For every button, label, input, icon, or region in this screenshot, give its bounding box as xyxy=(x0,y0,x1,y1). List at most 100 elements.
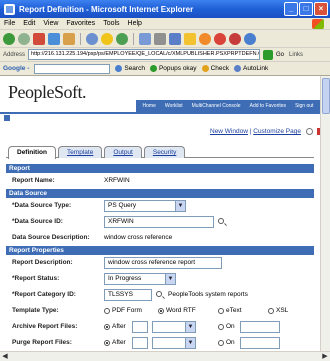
menu-view[interactable]: View xyxy=(43,20,58,27)
nav-home[interactable]: Home xyxy=(143,103,156,109)
popup-icon xyxy=(149,65,157,72)
edit-icon[interactable] xyxy=(169,32,181,45)
archive-after-input[interactable] xyxy=(132,321,148,333)
links-label[interactable]: Links xyxy=(289,52,303,58)
go-label[interactable]: Go xyxy=(276,52,284,58)
tab-output[interactable]: Output xyxy=(104,146,142,158)
report-category-description: PeopleTools system reports xyxy=(168,291,248,298)
scroll-right-icon[interactable]: ▶ xyxy=(321,353,329,361)
autolink-button[interactable]: AutoLink xyxy=(234,65,268,72)
template-type-label: Template Type: xyxy=(12,307,59,314)
scroll-left-icon[interactable]: ◀ xyxy=(1,353,9,361)
go-icon[interactable] xyxy=(263,49,274,60)
history-icon[interactable] xyxy=(116,32,128,45)
stop-icon[interactable] xyxy=(33,32,45,45)
maximize-button[interactable]: □ xyxy=(299,2,313,16)
search-icon[interactable] xyxy=(86,32,98,45)
template-word-rtf-label: Word RTF xyxy=(166,307,196,314)
mail-icon[interactable] xyxy=(139,32,151,45)
window-title-bar: Report Definition - Microsoft Internet E… xyxy=(0,0,330,18)
customize-page-link[interactable]: Customize Page xyxy=(253,128,301,135)
menu-bar: File Edit View Favorites Tools Help xyxy=(0,18,330,30)
template-word-rtf-option[interactable]: Word RTF xyxy=(158,307,196,314)
refresh-icon[interactable] xyxy=(48,32,60,45)
archive-period-select[interactable]: ▼ xyxy=(152,321,196,333)
row-data-source-description: Data Source Description: window cross re… xyxy=(6,230,314,246)
report-status-select[interactable]: In Progress ▼ xyxy=(104,273,176,285)
header-strip xyxy=(0,112,320,122)
report-category-input[interactable]: TLSSYS xyxy=(104,289,152,301)
menu-tools[interactable]: Tools xyxy=(103,20,119,27)
toolbar-extra2-icon[interactable] xyxy=(244,32,256,45)
archive-on-date-input[interactable] xyxy=(240,321,280,333)
template-xsl-label: XSL xyxy=(276,307,289,314)
minimize-button[interactable]: _ xyxy=(284,2,298,16)
address-input[interactable]: http://216.131.225.194/psp/ps/EMPLOYEE/Q… xyxy=(28,49,261,60)
popup-blocker-button[interactable]: Popups okay xyxy=(149,65,197,72)
nav-worklist[interactable]: Worklist xyxy=(165,103,183,109)
back-icon[interactable] xyxy=(3,32,15,45)
research-icon[interactable] xyxy=(214,32,226,45)
tab-definition[interactable]: Definition xyxy=(8,146,56,159)
tab-template[interactable]: Template xyxy=(57,146,103,158)
menu-edit[interactable]: Edit xyxy=(23,20,35,27)
check-icon xyxy=(201,65,209,72)
archive-on-option[interactable]: On xyxy=(218,323,235,330)
peoplesoft-nav: Home Worklist MultiChannel Console Add t… xyxy=(136,100,320,112)
nav-add-to-favorites[interactable]: Add to Favorites xyxy=(250,103,286,109)
nav-sign-out[interactable]: Sign out xyxy=(295,103,313,109)
window-title: Report Definition - Microsoft Internet E… xyxy=(19,4,194,14)
peoplesoft-header: PeopleSoft. Home Worklist MultiChannel C… xyxy=(0,76,320,112)
report-status-value: In Progress xyxy=(108,275,142,282)
browser-toolbar xyxy=(0,30,330,48)
purge-after-input[interactable] xyxy=(132,337,148,349)
tab-security[interactable]: Security xyxy=(143,146,186,158)
home-icon[interactable] xyxy=(63,32,75,45)
report-definition-form: Report Report Name: XRFWIN Data Source *… xyxy=(6,164,314,351)
data-source-type-select[interactable]: PS Query ▼ xyxy=(104,200,186,212)
archive-after-option[interactable]: After xyxy=(104,323,126,330)
spell-check-button[interactable]: Check xyxy=(201,65,229,72)
menu-toggle-icon[interactable] xyxy=(4,115,10,121)
new-window-link[interactable]: New Window xyxy=(210,128,248,135)
toolbar-extra-icon[interactable] xyxy=(229,32,241,45)
template-pdf-form-label: PDF Form xyxy=(112,307,142,314)
purge-on-date-input[interactable] xyxy=(240,337,280,349)
report-description-input[interactable]: window cross reference report xyxy=(104,257,222,269)
chevron-down-icon: ▼ xyxy=(175,201,185,211)
folder-icon[interactable] xyxy=(184,32,196,45)
report-status-label: *Report Status: xyxy=(12,275,60,282)
radio-icon xyxy=(218,307,224,314)
template-pdf-form-option[interactable]: PDF Form xyxy=(104,307,142,314)
row-template-type: Template Type: PDF Form Word RTF eText X… xyxy=(6,303,314,319)
purge-after-option[interactable]: After xyxy=(104,339,126,346)
google-search-input[interactable] xyxy=(34,63,111,74)
archive-label: Archive Report Files: xyxy=(12,323,78,330)
forward-icon[interactable] xyxy=(18,32,30,45)
template-etext-option[interactable]: eText xyxy=(218,307,242,314)
purge-period-select[interactable]: ▼ xyxy=(152,337,196,349)
lookup-icon[interactable] xyxy=(218,218,224,224)
menu-file[interactable]: File xyxy=(4,20,15,27)
scrollbar-thumb[interactable] xyxy=(322,78,330,114)
help-icon[interactable] xyxy=(305,128,313,135)
print-icon[interactable] xyxy=(154,32,166,45)
horizontal-scrollbar[interactable]: ◀ ▶ xyxy=(0,351,330,361)
close-button[interactable]: × xyxy=(314,2,328,16)
messenger-icon[interactable] xyxy=(199,32,211,45)
google-logo[interactable]: Google - xyxy=(3,65,29,72)
google-search-button[interactable]: Search xyxy=(115,65,145,72)
data-source-type-value: PS Query xyxy=(108,202,137,209)
template-etext-label: eText xyxy=(226,307,242,314)
nav-multichannel-console[interactable]: MultiChannel Console xyxy=(192,103,241,109)
radio-icon xyxy=(104,307,110,314)
data-source-id-input[interactable]: XRFWIN xyxy=(104,216,214,228)
purge-on-option[interactable]: On xyxy=(218,339,235,346)
vertical-scrollbar[interactable] xyxy=(320,76,330,351)
template-xsl-option[interactable]: XSL xyxy=(268,307,288,314)
menu-help[interactable]: Help xyxy=(128,20,142,27)
favorites-icon[interactable] xyxy=(101,32,113,45)
popups-label: Popups okay xyxy=(158,65,197,72)
lookup-icon[interactable] xyxy=(156,291,162,297)
menu-favorites[interactable]: Favorites xyxy=(66,20,95,27)
